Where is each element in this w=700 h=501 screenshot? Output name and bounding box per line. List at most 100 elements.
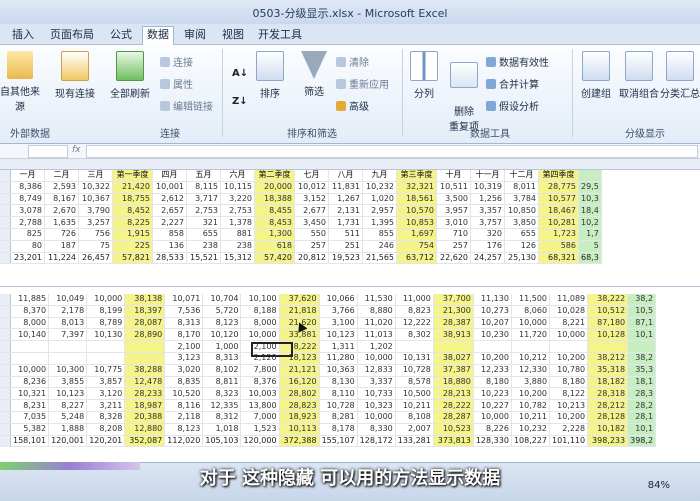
table-cell[interactable] [86, 352, 126, 365]
table-cell[interactable]: 38,212 [587, 352, 629, 365]
header-cell[interactable]: 八月 [328, 170, 363, 182]
row-header[interactable] [0, 411, 11, 424]
row-header[interactable] [0, 340, 11, 353]
table-cell[interactable]: 8,123 [202, 317, 242, 330]
table-cell[interactable]: 28,087 [124, 317, 166, 330]
row-header[interactable] [0, 328, 11, 342]
table-cell[interactable]: 8,281 [319, 411, 358, 424]
table-cell[interactable]: 87,180 [587, 317, 629, 330]
table-cell[interactable]: 16,120 [279, 376, 320, 389]
table-cell[interactable]: 3,766 [319, 305, 358, 318]
table-cell[interactable]: 25,130 [504, 252, 539, 265]
row-header[interactable] [0, 305, 11, 318]
header-cell[interactable]: 十一月 [470, 170, 505, 182]
table-cell[interactable] [587, 340, 629, 353]
table-cell[interactable]: 10,850 [504, 204, 539, 218]
header-cell[interactable]: 四月 [152, 170, 187, 182]
table-cell[interactable]: 1,300 [254, 228, 295, 241]
table-cell[interactable]: 18,987 [124, 399, 166, 412]
table-cell[interactable]: 7,800 [240, 364, 280, 377]
sheet-table-top[interactable]: 一月 二月 三月 第一季度 四月 五月 六月 第二季度 七月 八月 九月 第三季度 十月 十一月 十二月 第四… [0, 170, 602, 265]
table-cell[interactable]: 5,248 [48, 411, 88, 424]
row-header[interactable] [0, 399, 11, 412]
table-cell[interactable]: 18,561 [396, 193, 437, 206]
table-cell[interactable]: 38,027 [433, 352, 474, 365]
table-cell[interactable]: 511 [328, 228, 363, 241]
table-cell[interactable]: 10,003 [240, 387, 280, 401]
table-cell[interactable]: 63,712 [396, 252, 437, 265]
table-cell[interactable]: 87,1 [627, 317, 657, 330]
table-cell[interactable]: 5,720 [202, 305, 242, 318]
table-cell[interactable]: 3,857 [86, 376, 126, 389]
header-cell[interactable]: 九月 [362, 170, 397, 182]
row-header[interactable] [0, 387, 11, 401]
table-cell[interactable]: 18,467 [538, 204, 579, 218]
table-cell[interactable]: 8,313 [164, 317, 204, 330]
sort-za-button[interactable]: Z↓ [232, 95, 248, 109]
table-cell[interactable] [10, 352, 50, 365]
table-cell[interactable]: 655 [186, 228, 221, 241]
table-cell[interactable]: 18,923 [279, 411, 320, 424]
table-cell[interactable]: 10,1 [627, 423, 657, 436]
table-cell[interactable]: 10,012 [294, 181, 329, 194]
table-cell[interactable]: 10,123 [319, 328, 358, 342]
table-cell[interactable]: 3,123 [164, 352, 204, 365]
table-cell[interactable]: 10,000 [357, 411, 396, 424]
table-cell[interactable]: 11,020 [357, 317, 396, 330]
table-cell[interactable]: 28,775 [538, 181, 579, 194]
table-cell[interactable]: 28,802 [279, 387, 320, 401]
table-cell[interactable]: 112,020 [164, 435, 204, 448]
table-cell[interactable]: 28,2 [627, 399, 657, 412]
table-cell[interactable]: 18,755 [112, 193, 153, 206]
table-cell[interactable]: 3,211 [86, 399, 126, 412]
table-cell[interactable]: 10,1 [627, 328, 657, 342]
formula-input[interactable] [86, 145, 698, 158]
table-cell[interactable]: 133,281 [395, 435, 434, 448]
table-cell[interactable]: 18,397 [124, 305, 166, 318]
header-cell[interactable] [578, 170, 602, 182]
table-cell[interactable]: 10,049 [48, 294, 88, 306]
table-cell[interactable]: 11,720 [511, 328, 551, 342]
table-cell[interactable]: 37,387 [433, 364, 474, 377]
table-cell[interactable]: 8,108 [395, 411, 434, 424]
table-cell[interactable]: 20,388 [124, 411, 166, 424]
table-cell[interactable]: 257 [294, 240, 329, 253]
table-cell[interactable]: 7,536 [164, 305, 204, 318]
table-cell[interactable]: 10,213 [549, 399, 589, 412]
table-cell[interactable]: 10,131 [395, 352, 434, 365]
table-cell[interactable]: 3,850 [504, 216, 539, 229]
table-cell[interactable]: 28,233 [124, 387, 166, 401]
table-cell[interactable]: 3,257 [78, 216, 113, 229]
table-cell[interactable]: 2,957 [362, 204, 397, 218]
table-cell[interactable]: 10,281 [538, 216, 579, 229]
data-validation-button[interactable]: 数据有效性 [486, 57, 549, 71]
table-cell[interactable]: 10,523 [433, 423, 474, 436]
table-cell[interactable]: 68,321 [538, 252, 579, 265]
table-cell[interactable]: 2,228 [549, 423, 589, 436]
table-cell[interactable]: 15,521 [186, 252, 221, 265]
table-cell[interactable]: 10,182 [587, 423, 629, 436]
table-cell[interactable]: 8,386 [10, 181, 45, 194]
table-cell[interactable]: 3,957 [436, 204, 471, 218]
tab-view[interactable]: 视图 [218, 27, 248, 43]
table-cell[interactable]: 18,182 [587, 376, 629, 389]
column-headers[interactable] [0, 159, 700, 170]
table-cell[interactable]: 11,500 [511, 294, 551, 306]
ungroup-button[interactable]: 取消组合 [618, 51, 660, 100]
table-cell[interactable]: 726 [44, 228, 79, 241]
edit-links-button[interactable]: 编辑链接 [160, 101, 213, 115]
table-cell[interactable]: 8,323 [202, 387, 242, 401]
table-cell[interactable]: 825 [10, 228, 45, 241]
table-cell[interactable]: 11,013 [357, 328, 396, 342]
row-header[interactable] [0, 170, 11, 182]
table-cell[interactable]: 8,167 [44, 193, 79, 206]
table-cell[interactable]: 21,300 [433, 305, 474, 318]
table-cell[interactable]: 10,066 [319, 294, 358, 306]
table-cell[interactable]: 10,071 [164, 294, 204, 306]
table-cell[interactable]: 8,313 [202, 352, 242, 365]
table-cell[interactable]: 10,570 [396, 204, 437, 218]
table-cell[interactable]: 2,657 [152, 204, 187, 218]
header-cell[interactable]: 二月 [44, 170, 79, 182]
table-cell[interactable]: 10,300 [48, 364, 88, 377]
table-cell[interactable]: 3,880 [511, 376, 551, 389]
